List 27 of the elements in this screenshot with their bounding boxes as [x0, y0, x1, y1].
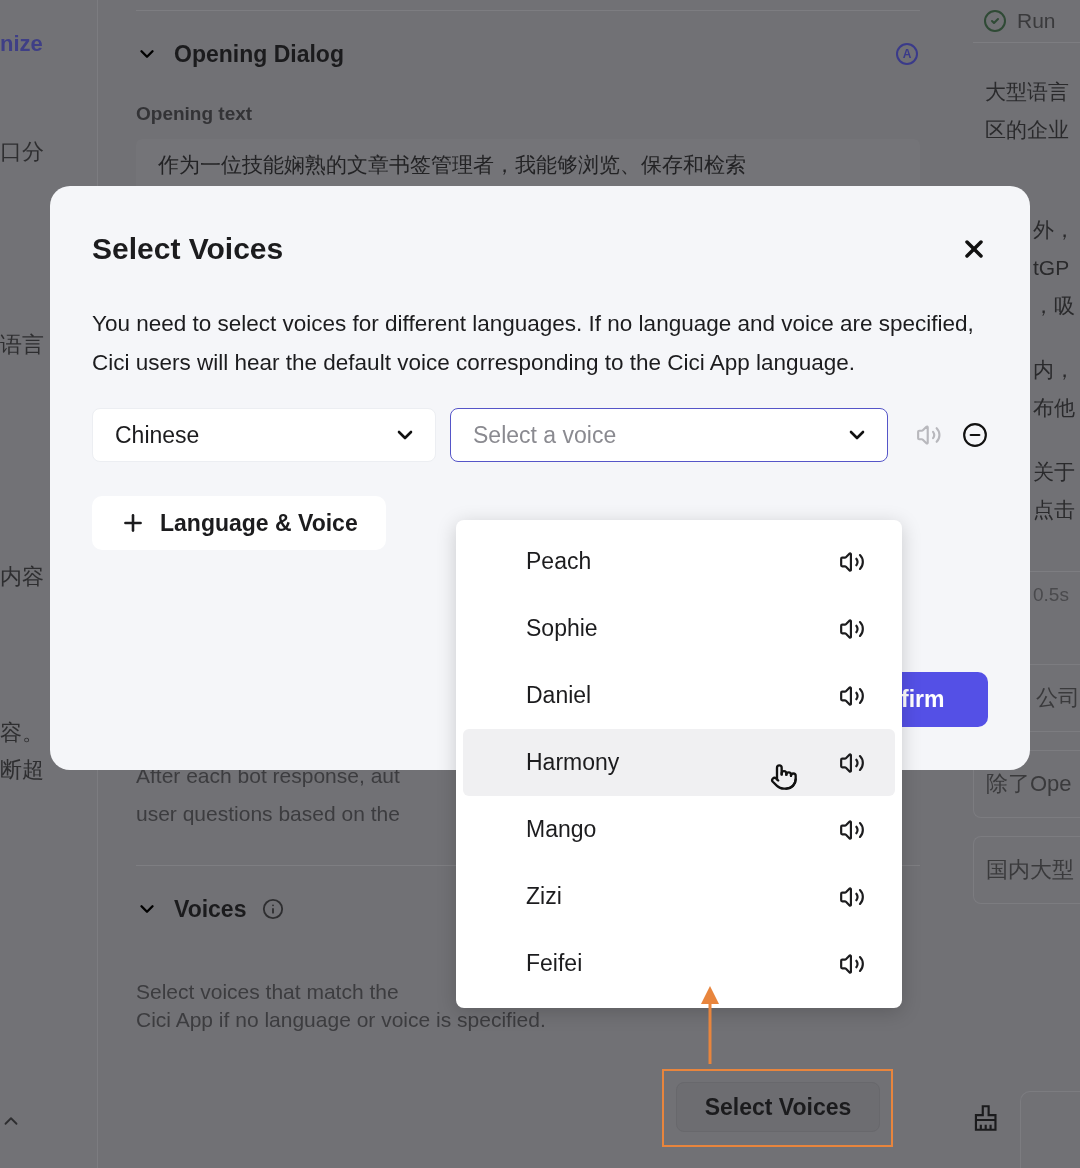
voice-option[interactable]: Feifei [463, 930, 895, 997]
voice-option[interactable]: Zizi [463, 863, 895, 930]
field-label: Opening text [136, 103, 254, 125]
section-title: Opening Dialog [174, 40, 344, 68]
response-text: 布他 [1033, 395, 1075, 421]
response-text: 外， [1033, 217, 1075, 243]
response-text: tGP [1033, 255, 1070, 281]
response-text: 点击 [1033, 497, 1075, 523]
dialog-description: You need to select voices for different languages. If no language and voice are specified, Cici users will hear the default voice corresponding to the Cici App language. [92, 310, 975, 377]
voice-option[interactable]: Peach [463, 528, 895, 595]
sidebar-text: 容。 [0, 719, 45, 747]
section-title: Voices [174, 895, 247, 923]
response-text: 关于 [1033, 459, 1075, 485]
sidebar-text: 内容 [0, 563, 45, 591]
sidebar-text: 口分 [0, 138, 45, 166]
dialog-title: Select Voices [92, 232, 284, 266]
response-text: 区的企业 [985, 117, 1069, 143]
sidebar-text: 语言 [0, 331, 45, 359]
add-language-voice-button[interactable]: Language & Voice [92, 496, 386, 550]
response-text: ，吸 [1033, 293, 1075, 319]
voice-option[interactable]: Sophie [463, 595, 895, 662]
voice-option[interactable]: Mango [463, 796, 895, 863]
sidebar-text: 断超 [0, 756, 45, 784]
response-text: 大型语言 [985, 79, 1069, 105]
language-select[interactable]: Chinese [92, 408, 436, 462]
response-text: 内， [1033, 357, 1075, 383]
voice-option[interactable]: Harmony [463, 729, 895, 796]
